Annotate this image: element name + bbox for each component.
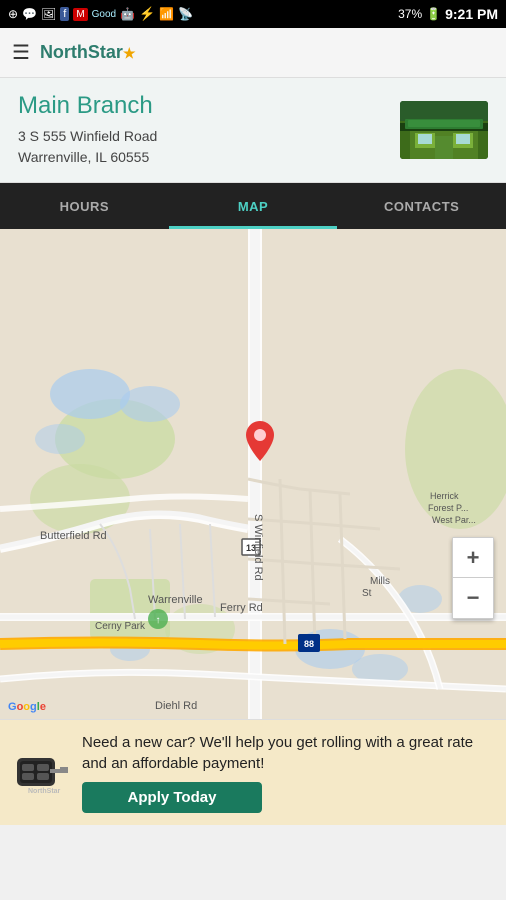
- tab-contacts-label: CONTACTS: [384, 199, 459, 214]
- status-right: 37% 🔋 9:21 PM: [398, 6, 498, 22]
- svg-text:S Winfield Rd: S Winfield Rd: [252, 514, 264, 581]
- mail-icon: M: [73, 8, 87, 21]
- svg-text:Butterfield Rd: Butterfield Rd: [40, 530, 107, 542]
- ad-message: Need a new car? We'll help you get rolli…: [82, 732, 494, 774]
- battery-percent: 37%: [398, 7, 422, 21]
- good-icon: Good: [92, 9, 116, 20]
- branch-text: Main Branch 3 S 555 Winfield Road Warren…: [18, 92, 157, 168]
- svg-text:Forest P...: Forest P...: [428, 503, 468, 513]
- tab-map[interactable]: MAP: [169, 183, 338, 229]
- facebook-icon: f: [60, 7, 69, 21]
- svg-text:Warrenville: Warrenville: [148, 594, 203, 606]
- map-pin: [246, 421, 274, 457]
- bluetooth-icon: ⚡: [139, 6, 155, 22]
- status-bar: ⊕ 💬 🖼 f M Good 🤖 ⚡ 📶 📡 37% 🔋 9:21 PM: [0, 0, 506, 28]
- tab-map-label: MAP: [238, 199, 268, 214]
- nav-bar: ☰ NorthStar★: [0, 28, 506, 78]
- key-svg: NorthStar: [12, 743, 72, 803]
- messenger-icon: 💬: [22, 7, 37, 21]
- hamburger-icon[interactable]: ☰: [12, 40, 30, 65]
- android-icon: 🤖: [120, 7, 135, 21]
- google-e: e: [40, 701, 46, 713]
- ad-banner: NorthStar Need a new car? We'll help you…: [0, 719, 506, 825]
- logo-star-icon: ★: [123, 45, 136, 61]
- google-g2: g: [30, 701, 37, 713]
- google-logo: Google: [8, 701, 46, 713]
- branch-info: Main Branch 3 S 555 Winfield Road Warren…: [0, 78, 506, 183]
- zoom-in-button[interactable]: +: [453, 538, 493, 578]
- google-g1: G: [8, 701, 17, 713]
- branch-address-line2: Warrenville, IL 60555: [18, 147, 157, 168]
- svg-text:West Par...: West Par...: [432, 515, 476, 525]
- map-container[interactable]: 88 13 S Winfield Rd Butterfield Rd Ferry…: [0, 229, 506, 719]
- car-key-icon: NorthStar: [12, 743, 72, 803]
- battery-icon: 🔋: [426, 7, 441, 21]
- svg-text:↑: ↑: [156, 615, 161, 626]
- apply-today-button[interactable]: Apply Today: [82, 782, 262, 813]
- svg-text:St: St: [362, 588, 372, 599]
- map-svg: 88 13 S Winfield Rd Butterfield Rd Ferry…: [0, 229, 506, 719]
- status-icons-left: ⊕ 💬 🖼 f M Good 🤖 ⚡ 📶 📡: [8, 6, 193, 22]
- image-icon: 🖼: [41, 7, 56, 21]
- logo: NorthStar★: [40, 42, 136, 63]
- branch-image-inner: [400, 101, 488, 159]
- tab-hours-label: HOURS: [60, 199, 109, 214]
- svg-text:Diehl Rd: Diehl Rd: [155, 700, 197, 712]
- branch-name: Main Branch: [18, 92, 157, 120]
- svg-text:Cerny Park: Cerny Park: [95, 621, 146, 632]
- svg-text:Ferry Rd: Ferry Rd: [220, 602, 263, 614]
- svg-text:88: 88: [304, 639, 314, 649]
- map-section[interactable]: 88 13 S Winfield Rd Butterfield Rd Ferry…: [0, 229, 506, 719]
- svg-text:Mills: Mills: [370, 576, 390, 587]
- map-zoom-controls: + −: [452, 537, 494, 619]
- logo-text: NorthStar: [40, 42, 123, 62]
- signal-icon: 📡: [178, 7, 193, 21]
- add-icon: ⊕: [8, 7, 18, 21]
- ad-text: Need a new car? We'll help you get rolli…: [82, 732, 494, 813]
- zoom-out-button[interactable]: −: [453, 578, 493, 618]
- wifi-icon: 📶: [159, 7, 174, 21]
- status-time: 9:21 PM: [445, 6, 498, 22]
- branch-building-svg: [400, 101, 488, 159]
- tab-bar: HOURS MAP CONTACTS: [0, 183, 506, 229]
- tab-hours[interactable]: HOURS: [0, 183, 169, 229]
- branch-image: [400, 101, 488, 159]
- svg-text:Herrick: Herrick: [430, 491, 459, 501]
- svg-text:NorthStar: NorthStar: [28, 788, 61, 795]
- tab-contacts[interactable]: CONTACTS: [337, 183, 506, 229]
- branch-address-line1: 3 S 555 Winfield Road: [18, 126, 157, 147]
